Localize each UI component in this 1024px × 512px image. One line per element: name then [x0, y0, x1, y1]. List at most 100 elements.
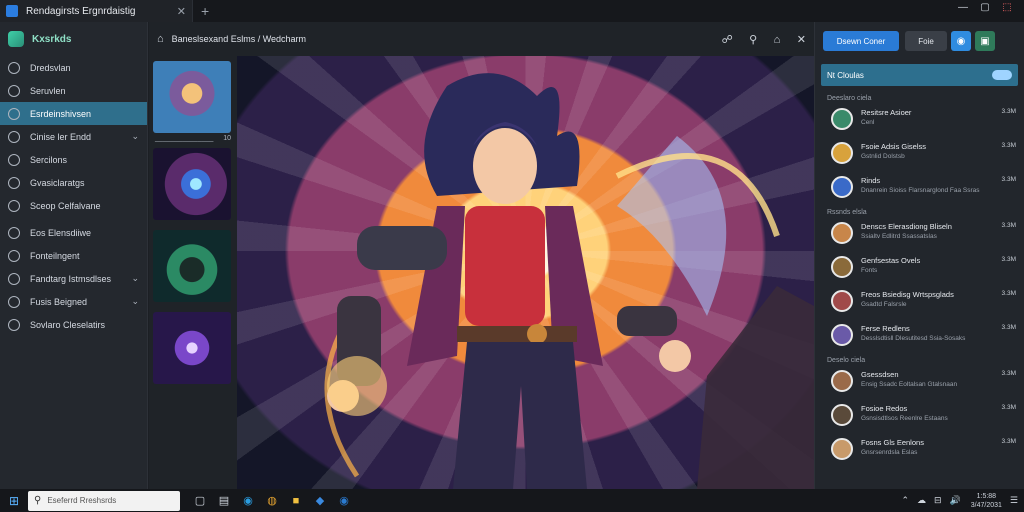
- clock-time: 1:5:88: [976, 492, 997, 500]
- sidebar-item[interactable]: Eos Elensdiiwe: [0, 221, 147, 244]
- file-explorer-icon[interactable]: ■: [284, 495, 308, 507]
- edge-browser-icon[interactable]: ◉: [236, 494, 260, 507]
- thumbnail-caption: _______________ 10: [153, 135, 233, 142]
- sidebar-item[interactable]: Gvasiclaratgs: [0, 171, 147, 194]
- nav-item-icon: [8, 61, 20, 74]
- cloud-icon[interactable]: ☁: [917, 495, 926, 506]
- minimize-icon[interactable]: —: [952, 2, 974, 13]
- message-time: 3.3M: [1001, 256, 1016, 263]
- network-icon[interactable]: ⊟: [934, 495, 942, 506]
- message-body: Resitsre Asioer Cenl: [861, 108, 998, 126]
- volume-icon[interactable]: 🔊: [950, 495, 961, 506]
- sidebar-item[interactable]: Dredsvlan: [0, 56, 147, 79]
- thumbnail-count: 10: [223, 135, 231, 142]
- security-app-icon[interactable]: ◆: [308, 494, 332, 507]
- notifications-icon[interactable]: ☰: [1010, 495, 1018, 506]
- message-item[interactable]: Denscs Elerasdiong Bliseln Ssialtv Edlit…: [815, 218, 1024, 252]
- message-body: Fosns Gls Eenlons Gnsrsenrdsla Eslas: [861, 438, 998, 456]
- secondary-button[interactable]: Foie: [905, 31, 947, 51]
- thumbnail-image[interactable]: [153, 148, 231, 220]
- sidebar-item-label: Seruvlen: [30, 85, 66, 96]
- message-item[interactable]: Genfsestas Ovels Fonts 3.3M: [815, 252, 1024, 286]
- message-time: 3.3M: [1001, 142, 1016, 149]
- sidebar-item[interactable]: Seruvlen: [0, 79, 147, 102]
- chevron-down-icon: ⌄: [131, 273, 139, 283]
- toggle-pill-icon[interactable]: [992, 70, 1012, 80]
- system-tray: ⌃ ☁ ⊟ 🔊 1:5:88 3/47/2031 ☰: [893, 492, 1024, 510]
- message-sender: Rinds: [861, 176, 881, 185]
- clock[interactable]: 1:5:88 3/47/2031: [971, 492, 1002, 510]
- thumbnail-image[interactable]: [153, 61, 231, 133]
- sidebar-item-label: Fusis Beigned: [30, 296, 88, 307]
- settings-icon[interactable]: ◉: [951, 31, 971, 51]
- message-item[interactable]: Rinds Dnanrein Sioiss Flarsnarglond Faa …: [815, 172, 1024, 206]
- avatar: [831, 404, 853, 426]
- close-icon[interactable]: ✕: [797, 34, 806, 46]
- message-preview: Dnanrein Sioiss Flarsnarglond Faa Ssras: [861, 187, 980, 194]
- message-item[interactable]: Gsessdsen Ensig Ssadc Eoltalsan Gtalsnaa…: [815, 366, 1024, 400]
- message-item[interactable]: Fosioe Redos Gsnsisdtlsos Reenlre Estaan…: [815, 400, 1024, 434]
- sidebar-item[interactable]: Cinise ler Endd ⌄: [0, 125, 147, 148]
- home-icon[interactable]: ⌂: [157, 33, 164, 45]
- share-icon[interactable]: ☍: [722, 34, 733, 46]
- sidebar-item-label: Sercilons: [30, 154, 68, 165]
- avatar: [831, 256, 853, 278]
- message-preview: Gsnsisdtlsos Reenlre Estaans: [861, 415, 948, 422]
- chrome-browser-icon[interactable]: ◍: [260, 494, 284, 507]
- message-item[interactable]: Freos Bsiedisg Wrtspsglads Gsadtd Falsrs…: [815, 286, 1024, 320]
- thumbnail-image[interactable]: [153, 230, 231, 302]
- close-tab-icon[interactable]: ✕: [177, 5, 186, 18]
- message-time: 3.3M: [1001, 176, 1016, 183]
- message-item[interactable]: Resitsre Asioer Cenl 3.3M: [815, 104, 1024, 138]
- nav-item-icon: [8, 318, 20, 331]
- avatar: [831, 176, 853, 198]
- message-preview: Cenl: [861, 119, 875, 126]
- avatar: [831, 324, 853, 346]
- nav-item-icon: [8, 199, 20, 212]
- section-label: Deeslaro ciela: [827, 95, 872, 102]
- taskbar: ⊞ ⚲ Eseferrd Rreshsrds ▢ ▤ ◉ ◍ ■ ◆ ◉ ⌃ ☁…: [0, 489, 1024, 512]
- app-icon: [6, 5, 18, 17]
- widgets-icon[interactable]: ▤: [212, 494, 236, 507]
- windows-start-icon[interactable]: ⊞: [0, 494, 28, 508]
- message-item[interactable]: Fosns Gls Eenlons Gnsrsenrdsla Eslas 3.3…: [815, 434, 1024, 468]
- character-illustration: [324, 73, 814, 489]
- search-icon[interactable]: ⚲: [749, 34, 757, 46]
- message-item[interactable]: Fsoie Adsis Giselss Gstnlid Dolstsb 3.3M: [815, 138, 1024, 172]
- nav-item-icon: [8, 84, 20, 97]
- sidebar-item[interactable]: Fandtarg Istmsdlses ⌄: [0, 267, 147, 290]
- brand[interactable]: Kxsrkds: [0, 22, 147, 56]
- browser-tab[interactable]: Rendagirsts Ergnrdaistig ✕: [0, 0, 193, 22]
- message-preview: Ensig Ssadc Eoltalsan Gtalsnaan: [861, 381, 958, 388]
- sidebar-item[interactable]: Sceop Celfalvane: [0, 194, 147, 217]
- home-alt-icon[interactable]: ⌂: [774, 34, 781, 46]
- sidebar-item[interactable]: Sercilons: [0, 148, 147, 171]
- avatar: [831, 370, 853, 392]
- message-time: 3.3M: [1001, 324, 1016, 331]
- message-preview: Gsadtd Falsrsle: [861, 301, 907, 308]
- task-view-icon[interactable]: ▢: [188, 494, 212, 507]
- sidebar-item[interactable]: Fusis Beigned ⌄: [0, 290, 147, 313]
- sidebar-item-active[interactable]: Esrdeinshivsen: [0, 102, 147, 125]
- nav-item-icon: [8, 130, 20, 143]
- taskbar-search[interactable]: ⚲ Eseferrd Rreshsrds: [28, 490, 180, 511]
- screen-icon[interactable]: ▣: [975, 31, 995, 51]
- sidebar-item[interactable]: Sovlaro Cleselatirs: [0, 313, 147, 336]
- sidebar-item-label: Cinise ler Endd: [30, 131, 92, 142]
- message-sender: Fosioe Redos: [861, 404, 908, 413]
- chevron-up-icon[interactable]: ⌃: [901, 495, 909, 506]
- message-sender: Denscs Elerasdiong Bliseln: [861, 222, 952, 231]
- new-tab-icon[interactable]: +: [201, 3, 209, 19]
- maximize-icon[interactable]: ▢: [974, 2, 996, 13]
- sidebar-item-label: Fandtarg Istmsdlses: [30, 273, 112, 284]
- chat-header[interactable]: Nt Cloulas: [821, 64, 1018, 86]
- active-app-icon[interactable]: ◉: [332, 494, 356, 507]
- thumbnail-image[interactable]: [153, 312, 231, 384]
- sidebar-item-label: Eos Elensdiiwe: [30, 227, 92, 238]
- sidebar-item[interactable]: Fonteilngent: [0, 244, 147, 267]
- avatar: [831, 108, 853, 130]
- message-item[interactable]: Ferse Redlens Desslsdtisll Dlesutitesd S…: [815, 320, 1024, 354]
- primary-button[interactable]: Dsewn Coner: [823, 31, 899, 51]
- nav-item-icon: [8, 153, 20, 166]
- close-window-icon[interactable]: ⬚: [996, 2, 1018, 13]
